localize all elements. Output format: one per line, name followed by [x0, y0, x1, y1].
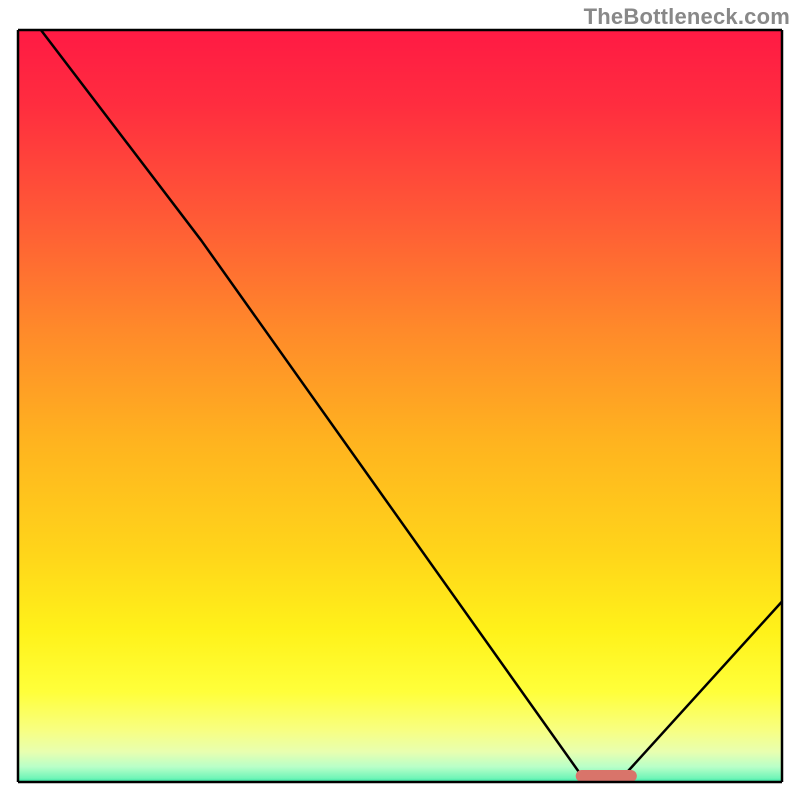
- chart-background-gradient: [18, 30, 782, 782]
- watermark-text: TheBottleneck.com: [584, 4, 790, 30]
- chart-container: TheBottleneck.com: [0, 0, 800, 800]
- bottleneck-chart: [0, 0, 800, 800]
- optimal-range-marker: [576, 770, 637, 782]
